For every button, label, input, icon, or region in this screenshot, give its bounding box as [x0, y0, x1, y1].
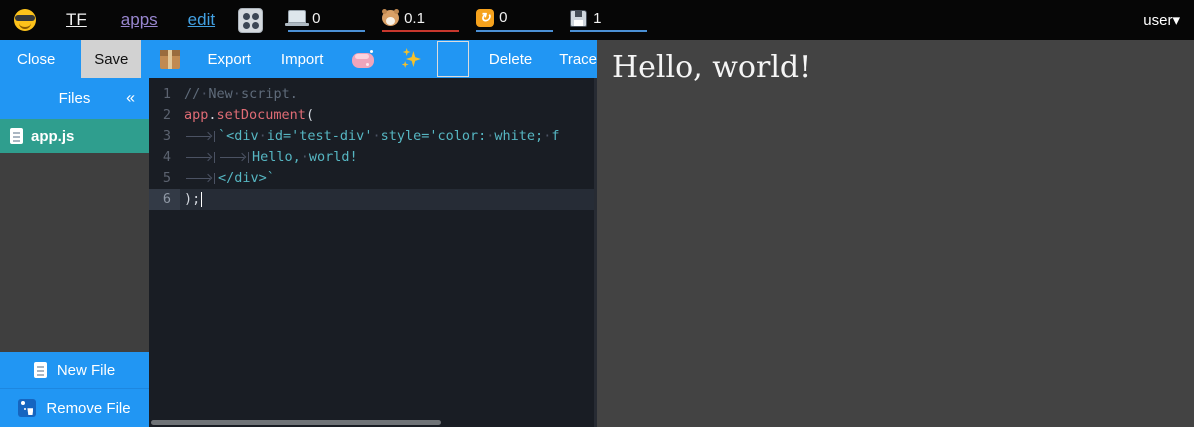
stat-value: 0	[312, 10, 320, 27]
new-file-label: New File	[57, 362, 115, 379]
code-token: app	[184, 107, 208, 123]
editor-region: Close Save Export Import Delete Trace Fi…	[0, 40, 597, 427]
laptop-icon	[288, 10, 306, 23]
preview-hello-text: Hello, world!	[597, 40, 1194, 88]
code-content: </div>`	[184, 168, 275, 189]
repeat-icon: ↻	[476, 9, 494, 27]
horizontal-scrollbar-thumb[interactable]	[151, 420, 441, 425]
space-dot: ·	[259, 128, 267, 144]
top-bar: TF apps edit 00.1↻01 user▾	[0, 0, 1194, 40]
text-cursor	[201, 192, 202, 207]
workspace: Files « app.js New File Remove File 1// ·…	[0, 78, 597, 427]
code-token: id='test-div'	[267, 128, 373, 144]
litter-bin-icon	[18, 399, 36, 417]
preview-pane: Hello, world!	[597, 40, 1194, 427]
file-name: app.js	[31, 128, 74, 145]
code-token: Hello,	[252, 149, 301, 165]
files-sidebar: Files « app.js New File Remove File	[0, 78, 149, 427]
code-content: Hello,·world!	[184, 147, 358, 168]
code-line-4: 4Hello,·world!	[149, 147, 597, 168]
trace-button[interactable]: Trace	[559, 51, 597, 68]
delete-button[interactable]: Delete	[489, 51, 532, 68]
code-line-2: 2app.setDocument(	[149, 105, 597, 126]
stat-hamster[interactable]: 0.1	[382, 10, 459, 32]
stat-value: 0	[499, 9, 507, 26]
collapse-sidebar-button[interactable]: «	[126, 89, 135, 107]
code-editor[interactable]: 1//·New·script.2app.setDocument(3`<div·i…	[149, 78, 597, 427]
code-token: f	[551, 128, 559, 144]
sidebar-empty-area	[0, 153, 149, 352]
code-token: </div>`	[218, 170, 275, 186]
export-button[interactable]: Export	[208, 51, 251, 68]
code-token: //	[184, 86, 200, 102]
code-token: script.	[241, 86, 298, 102]
line-number: 4	[149, 147, 180, 168]
soap-icon[interactable]	[352, 53, 373, 68]
horizontal-scrollbar	[149, 419, 594, 427]
code-content: app.setDocument(	[184, 105, 314, 126]
import-button[interactable]: Import	[281, 51, 324, 68]
new-file-icon	[34, 362, 47, 378]
line-number: 5	[149, 168, 180, 189]
document-icon	[10, 128, 23, 144]
empty-box-button[interactable]	[437, 41, 469, 77]
new-file-button[interactable]: New File	[0, 352, 149, 389]
floppy-icon	[570, 10, 587, 27]
hamster-icon	[382, 10, 399, 26]
line-number: 3	[149, 126, 180, 147]
space-dot: ·	[301, 149, 309, 165]
package-icon[interactable]	[160, 50, 179, 69]
close-button[interactable]: Close	[17, 51, 55, 68]
stat-value: 0.1	[404, 10, 425, 27]
line-number: 6	[149, 189, 180, 210]
tab-whitespace-icon	[184, 129, 218, 143]
save-button[interactable]: Save	[81, 40, 141, 78]
code-content: );	[184, 189, 202, 210]
file-item-appjs[interactable]: app.js	[0, 119, 149, 153]
code-token: white;	[494, 128, 543, 144]
code-token: world!	[309, 149, 358, 165]
control-knobs-icon[interactable]	[238, 8, 263, 33]
space-dot: ·	[233, 86, 241, 102]
nav-link-apps[interactable]: apps	[121, 10, 158, 30]
code-token: setDocument	[217, 107, 306, 123]
code-lines: 1//·New·script.2app.setDocument(3`<div·i…	[149, 78, 597, 210]
smiley-logo-icon[interactable]	[14, 9, 36, 31]
remove-file-label: Remove File	[46, 400, 130, 417]
stat-laptop[interactable]: 0	[288, 10, 365, 32]
tab-whitespace-icon	[184, 150, 218, 164]
files-header: Files «	[0, 78, 149, 119]
user-menu[interactable]: user▾	[1143, 11, 1180, 29]
files-header-label: Files	[59, 90, 91, 107]
stat-repeat[interactable]: ↻0	[476, 9, 553, 32]
code-line-5: 5 </div>`	[149, 168, 597, 189]
stat-value: 1	[593, 10, 601, 27]
sparkles-icon[interactable]	[401, 48, 422, 70]
code-token: .	[208, 107, 216, 123]
code-content: //·New·script.	[184, 84, 298, 105]
code-token: `<div	[218, 128, 259, 144]
status-indicators: 00.1↻01	[288, 9, 664, 32]
remove-file-button[interactable]: Remove File	[0, 389, 149, 427]
editor-toolbar: Close Save Export Import Delete Trace	[0, 40, 597, 78]
nav-link-tf[interactable]: TF	[66, 10, 87, 30]
code-token: );	[184, 191, 200, 207]
nav-link-edit[interactable]: edit	[188, 10, 215, 30]
line-number: 2	[149, 105, 180, 126]
code-token: style='color:	[381, 128, 487, 144]
code-content: `<div·id='test-div'·style='color:·white;…	[184, 126, 559, 147]
code-token: New	[208, 86, 232, 102]
code-line-6: 6);	[149, 189, 597, 210]
tab-whitespace-icon	[184, 171, 218, 185]
code-token: (	[306, 107, 314, 123]
tab-whitespace-icon	[218, 150, 252, 164]
space-dot: ·	[372, 128, 380, 144]
stat-floppy[interactable]: 1	[570, 10, 647, 32]
line-number: 1	[149, 84, 180, 105]
code-line-3: 3`<div·id='test-div'·style='color:·white…	[149, 126, 597, 147]
code-line-1: 1//·New·script.	[149, 84, 597, 105]
